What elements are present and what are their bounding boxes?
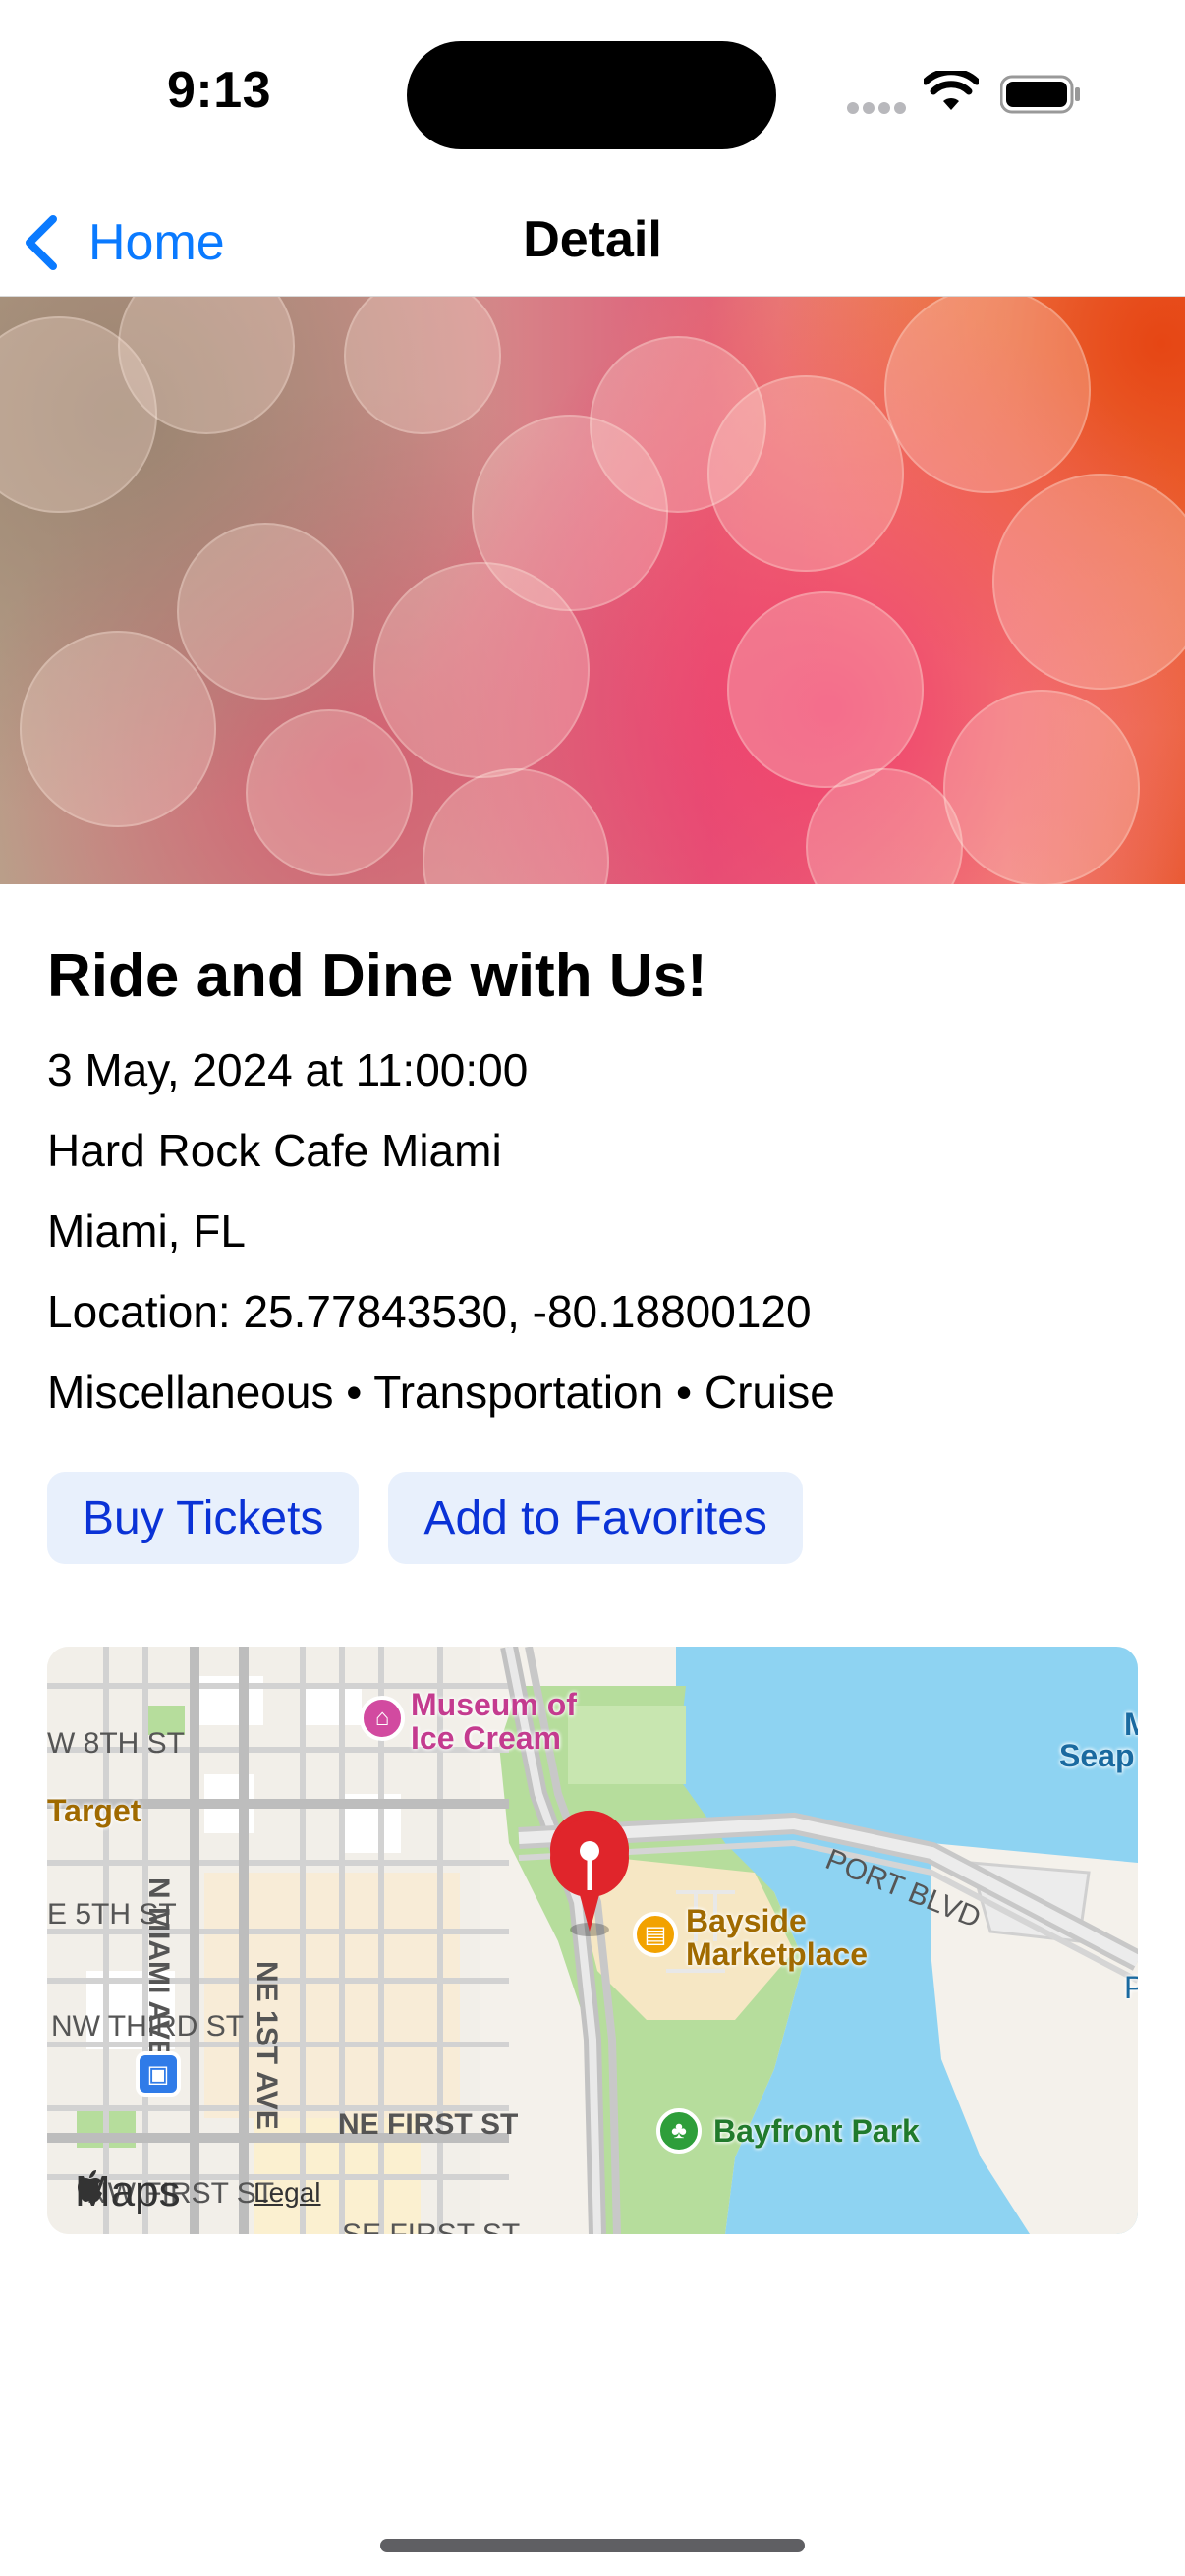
- poi-m: M: [1124, 1707, 1138, 1742]
- map-canvas: [47, 1647, 1138, 2234]
- poi-target[interactable]: Target: [47, 1794, 141, 1827]
- event-hero-image: [0, 297, 1185, 884]
- dynamic-island: [407, 41, 776, 149]
- add-to-favorites-button[interactable]: Add to Favorites: [388, 1472, 803, 1564]
- street-label: NE 1ST AVE: [251, 1961, 283, 2130]
- event-details: Ride and Dine with Us! 3 May, 2024 at 11…: [47, 924, 1138, 1432]
- street-label: N MIAMI AVE: [142, 1877, 175, 2059]
- map-pin-icon[interactable]: [548, 1814, 631, 1933]
- poi-museum-of-ice-cream[interactable]: Museum of Ice Cream: [411, 1688, 577, 1755]
- street-label: NE FIRST ST: [338, 2108, 519, 2141]
- poi-bayfront-park[interactable]: Bayfront Park: [713, 2114, 920, 2148]
- event-venue: Hard Rock Cafe Miami: [47, 1125, 502, 1176]
- shopping-bag-icon[interactable]: ▤: [633, 1912, 678, 1957]
- event-location: Location: 25.77843530, -80.18800120: [47, 1286, 812, 1337]
- status-time: 9:13: [167, 62, 272, 119]
- event-title: Ride and Dine with Us!: [47, 942, 707, 1010]
- battery-icon: [1000, 75, 1080, 114]
- street-label: SE FIRST ST: [342, 2218, 520, 2234]
- event-city: Miami, FL: [47, 1205, 246, 1257]
- event-categories: Miscellaneous • Transportation • Cruise: [47, 1367, 835, 1418]
- poi-p: P: [1124, 1970, 1138, 2005]
- legal-link[interactable]: Legal: [254, 2177, 321, 2209]
- street-label: W 8TH ST: [47, 1727, 185, 1760]
- apple-logo-icon: [78, 2170, 102, 2202]
- buy-tickets-button[interactable]: Buy Tickets: [47, 1472, 360, 1564]
- navigation-bar: Home Detail: [0, 187, 1185, 297]
- page-title: Detail: [523, 211, 662, 268]
- museum-icon[interactable]: ⌂: [360, 1696, 405, 1741]
- apple-maps-logo: Maps: [75, 2167, 181, 2216]
- signal-dots-icon: [847, 102, 908, 116]
- event-date: 3 May, 2024 at 11:00:00: [47, 1044, 529, 1095]
- train-station-icon[interactable]: ▣: [136, 2051, 181, 2097]
- status-bar: 9:13: [0, 0, 1185, 187]
- wifi-icon: [924, 71, 979, 110]
- event-map[interactable]: W 8TH ST E 5TH ST NW THIRD ST NE FIRST S…: [47, 1647, 1138, 2234]
- tree-icon[interactable]: ♣: [656, 2108, 702, 2154]
- home-indicator: [380, 2539, 805, 2552]
- poi-seaport[interactable]: Seap: [1059, 1739, 1134, 1772]
- poi-bayside-marketplace[interactable]: Bayside Marketplace: [686, 1904, 868, 1971]
- action-buttons: Buy Tickets Add to Favorites: [47, 1472, 803, 1564]
